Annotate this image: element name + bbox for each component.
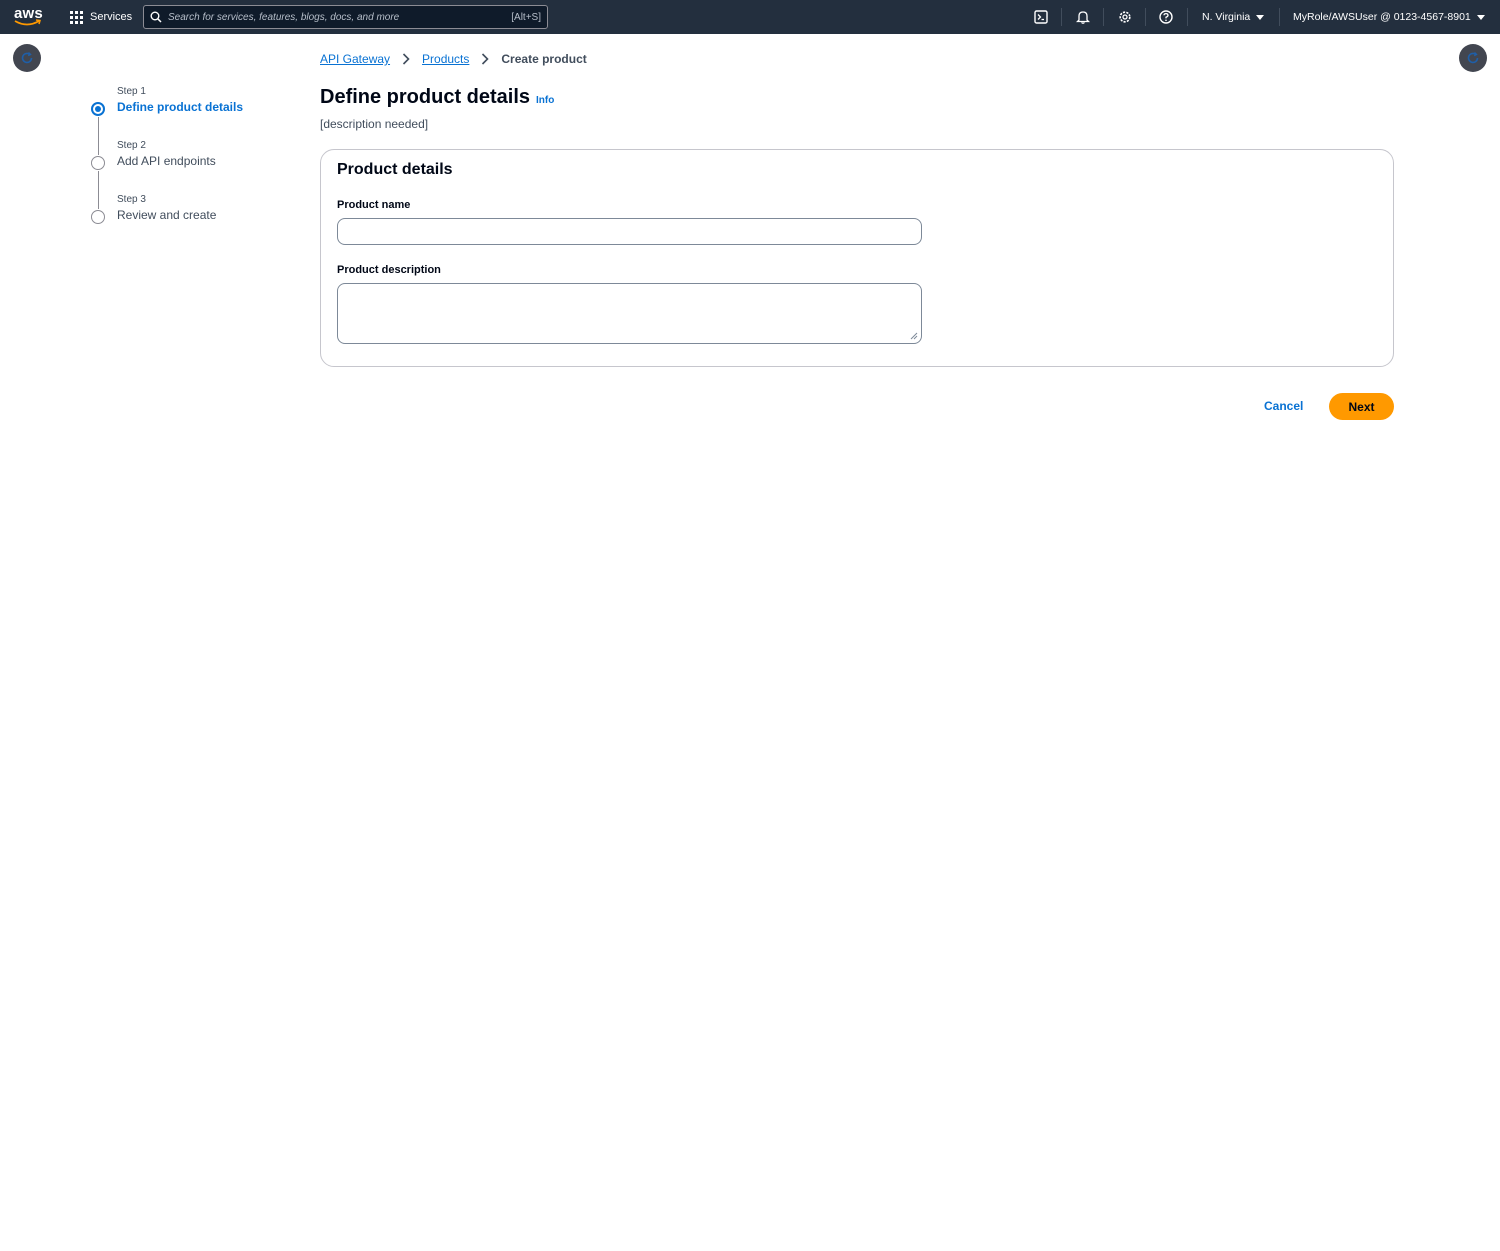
services-label: Services (90, 11, 133, 23)
notifications-icon[interactable] (1074, 8, 1092, 26)
product-details-panel: Product details Product name Product des… (320, 149, 1394, 367)
settings-icon[interactable] (1116, 8, 1134, 26)
search-shortcut-hint: [Alt+S] (511, 11, 541, 23)
step-number: Step 3 (117, 194, 146, 205)
tools-panel-toggle[interactable] (1459, 44, 1487, 72)
step-active-icon (91, 102, 105, 116)
nav-divider (1103, 8, 1104, 26)
step-label: Add API endpoints (117, 154, 216, 168)
step-pending-icon (91, 210, 105, 224)
wizard-steps: Step 1 Define product details Step 2 Add… (88, 84, 308, 246)
wizard-step-1[interactable]: Step 1 Define product details (88, 84, 308, 155)
chevron-right-icon (481, 53, 490, 65)
search-icon (150, 11, 162, 23)
cancel-button[interactable]: Cancel (1264, 399, 1303, 413)
wizard-step-3: Step 3 Review and create (88, 192, 308, 246)
account-label: MyRole/AWSUser @ 0123-4567-8901 (1293, 11, 1471, 23)
breadcrumb-products[interactable]: Products (422, 52, 469, 66)
caret-down-icon (1256, 14, 1265, 20)
breadcrumb-api-gateway[interactable]: API Gateway (320, 52, 390, 66)
help-icon[interactable] (1157, 8, 1175, 26)
breadcrumb-current: Create product (501, 52, 587, 66)
page-title-text: Define product details (320, 86, 531, 108)
product-description-textarea[interactable] (337, 283, 922, 344)
search-bar[interactable]: Search for services, features, blogs, do… (143, 5, 548, 29)
region-label: N. Virginia (1202, 11, 1251, 23)
nav-divider (1279, 8, 1280, 26)
product-name-input[interactable] (337, 218, 922, 245)
aws-logo[interactable]: aws (14, 5, 44, 28)
cloudshell-icon[interactable] (1032, 8, 1050, 26)
next-button[interactable]: Next (1329, 393, 1394, 420)
step-label: Review and create (117, 208, 217, 222)
resize-grip-icon[interactable] (910, 332, 918, 340)
page-title: Define product details Info (320, 86, 554, 109)
refresh-icon (21, 51, 33, 64)
nav-divider (1061, 8, 1062, 26)
aws-smile-icon (14, 19, 41, 26)
services-grid-icon (70, 10, 83, 24)
product-description-label: Product description (337, 264, 441, 276)
step-pending-icon (91, 156, 105, 170)
navigation-panel-toggle[interactable] (13, 44, 41, 72)
step-number: Step 2 (117, 140, 146, 151)
search-input[interactable]: Search for services, features, blogs, do… (168, 12, 511, 23)
caret-down-icon (1476, 14, 1485, 20)
product-name-label: Product name (337, 199, 411, 211)
step-label: Define product details (117, 100, 244, 114)
wizard-step-2: Step 2 Add API endpoints (88, 138, 308, 209)
services-menu-button[interactable]: Services (70, 0, 132, 34)
top-navigation: aws Services Search for services, featur… (0, 0, 1500, 34)
panel-title: Product details (337, 161, 453, 178)
page-description: [description needed] (320, 117, 429, 131)
nav-divider (1187, 8, 1188, 26)
breadcrumb: API Gateway Products Create product (320, 52, 587, 66)
step-number: Step 1 (117, 86, 146, 97)
info-link[interactable]: Info (536, 95, 554, 106)
chevron-right-icon (402, 53, 410, 65)
nav-divider (1145, 8, 1146, 26)
refresh-icon (1467, 51, 1479, 64)
account-menu[interactable]: MyRole/AWSUser @ 0123-4567-8901 (1293, 0, 1485, 34)
region-selector[interactable]: N. Virginia (1202, 0, 1265, 34)
